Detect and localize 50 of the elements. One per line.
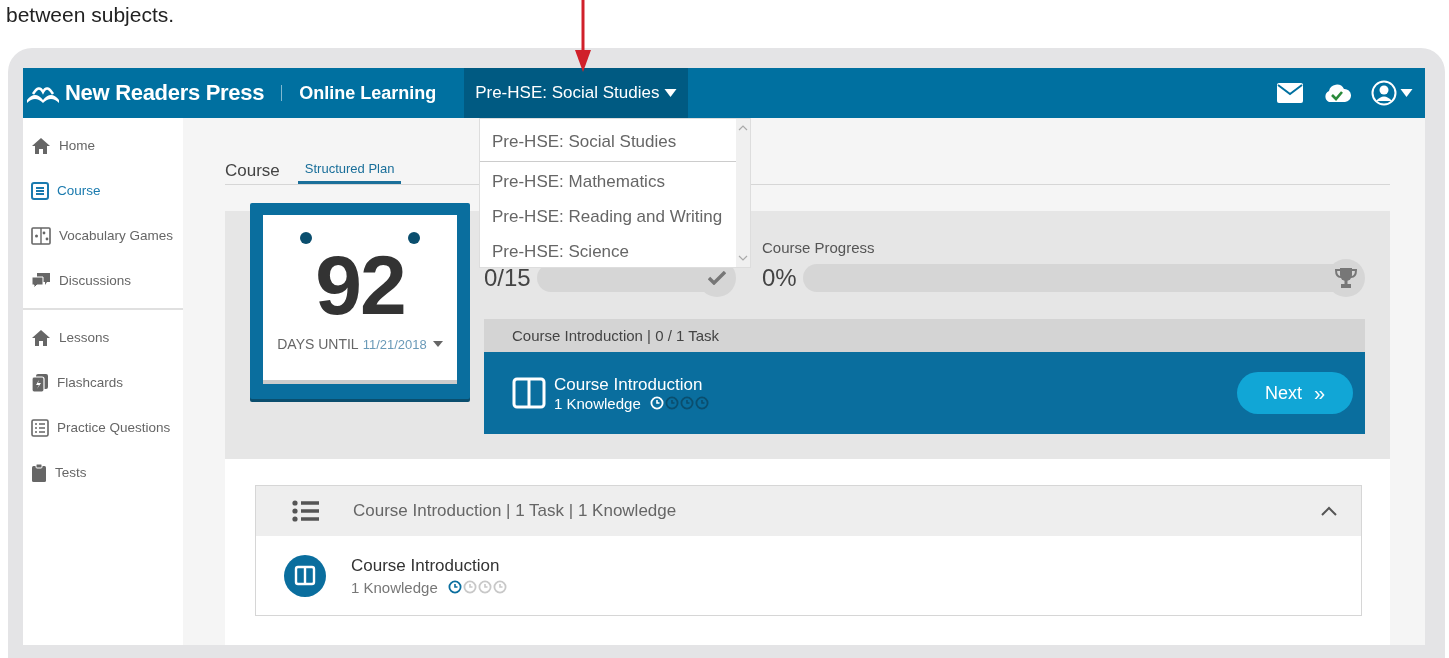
section-title: Course Introduction | 1 Task | 1 Knowledge — [353, 501, 677, 521]
caret-icon — [664, 89, 678, 97]
tab[interactable]: Course — [225, 161, 280, 184]
task-header: Course Introduction | 0 / 1 Task — [484, 319, 1365, 352]
list-icon — [31, 418, 49, 437]
house-icon — [31, 328, 51, 347]
subject-option[interactable]: Pre-HSE: Mathematics — [480, 164, 736, 199]
brand-name: New Readers Press — [65, 80, 265, 106]
caret-icon — [1400, 89, 1413, 97]
open-book-icon — [512, 377, 546, 409]
ring-hole-icon — [300, 232, 312, 244]
subject-dropdown[interactable]: Pre-HSE: Social Studies — [464, 68, 689, 118]
book-icon — [284, 554, 326, 597]
user-icon — [1371, 80, 1397, 106]
cloud-check-icon[interactable] — [1323, 83, 1351, 103]
sidebar-item[interactable]: Practice Questions — [23, 405, 183, 450]
sidebar-item[interactable]: Flashcards — [23, 360, 183, 405]
clipboard-icon — [31, 462, 47, 483]
dice-icon — [31, 226, 51, 245]
sidebar-item[interactable]: Vocabulary Games — [23, 213, 183, 258]
user-menu[interactable] — [1371, 80, 1413, 106]
item-title: Course Introduction — [351, 555, 501, 576]
days-count: 92 — [315, 240, 405, 330]
caret-icon — [432, 341, 443, 347]
sidebar-item[interactable]: Lessons — [23, 315, 183, 360]
section-header[interactable]: Course Introduction | 1 Task | 1 Knowledge — [256, 486, 1361, 536]
date-dropdown[interactable]: 11/21/2018 — [362, 336, 443, 352]
caption-text: between subjects. — [5, 2, 175, 28]
sidebar-item[interactable]: Tests — [23, 450, 183, 495]
chevron-icon[interactable] — [1321, 506, 1337, 516]
house-icon — [31, 136, 51, 155]
mail-icon[interactable] — [1277, 83, 1303, 103]
tab[interactable]: Structured Plan — [297, 161, 402, 184]
list-icon — [292, 500, 320, 522]
sidebar-item[interactable]: Home — [23, 123, 183, 168]
item-meta: 1 Knowledge — [351, 578, 438, 596]
arrow-icon — [573, 0, 593, 72]
task-title: Course Introduction — [554, 374, 704, 395]
progress-percent: 0% — [762, 264, 797, 292]
product-name: Online Learning — [299, 82, 437, 104]
sidebar-item[interactable]: Discussions — [23, 258, 183, 303]
progress-label: Course Progress — [762, 239, 876, 258]
days-until-label: DAYS UNTIL — [277, 336, 359, 352]
chat-icon — [31, 271, 51, 290]
subject-option[interactable]: Pre-HSE: Reading and Writing — [480, 199, 736, 234]
document-icon — [31, 181, 49, 200]
flashcard-icon — [31, 372, 49, 393]
task-meta: 1 Knowledge — [554, 394, 641, 412]
sidebar-item[interactable]: Course — [23, 168, 183, 213]
ring-hole-icon — [408, 232, 420, 244]
